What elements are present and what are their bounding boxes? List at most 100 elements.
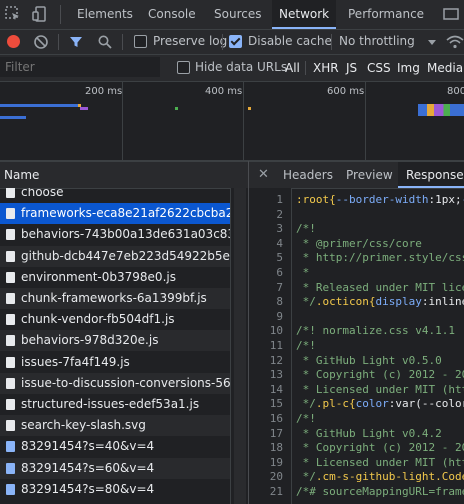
clear-icon[interactable] xyxy=(33,34,49,53)
tab-sources[interactable]: Sources xyxy=(214,0,261,29)
request-name: issue-to-discussion-conversions-56ea5b xyxy=(21,375,248,390)
devtools-tab-bar: Elements Console Sources Network Perform… xyxy=(0,0,464,30)
request-row[interactable]: frameworks-eca8e21af2622cbcba2c93c0 xyxy=(0,203,248,225)
request-rows: choose frameworks-eca8e21af2622cbcba2c93c… xyxy=(0,188,248,504)
document-file-icon xyxy=(6,335,15,347)
request-row[interactable]: chunk-frameworks-6a1399bf.js xyxy=(0,288,248,309)
code-line: /*! xyxy=(296,339,316,352)
request-row[interactable]: behaviors-978d320e.js xyxy=(0,330,248,352)
code-token: .cm-s-github-light.Code xyxy=(315,470,464,484)
code-line: * Copyright (c) 2012 - 20 xyxy=(296,441,464,454)
request-name: 83291454?s=40&v=4 xyxy=(21,439,155,454)
network-overview[interactable]: 200 ms 400 ms 600 ms 800 xyxy=(0,82,464,161)
timeline-bar xyxy=(80,107,88,110)
tab-elements[interactable]: Elements xyxy=(77,0,133,29)
close-icon[interactable]: ✕ xyxy=(258,167,269,182)
code-token: .pl-c{ xyxy=(315,397,356,411)
request-name: 83291454?s=60&v=4 xyxy=(21,460,155,475)
request-row[interactable]: 83291454?s=60&v=4 xyxy=(0,457,248,479)
code-token: */ xyxy=(296,470,316,484)
image-file-icon xyxy=(6,441,15,453)
code-line: /*! xyxy=(296,412,316,425)
request-list-scrollbar[interactable] xyxy=(230,188,249,504)
code-token: /*# sourceMappingURL=frame xyxy=(296,485,464,498)
request-row[interactable]: 83291454?s=80&v=4 xyxy=(0,479,248,500)
request-row[interactable]: issue-to-discussion-conversions-56ea5b xyxy=(0,372,248,394)
code-token: /*! xyxy=(296,339,316,352)
request-name: structured-issues-edef53a1.js xyxy=(21,397,200,411)
response-tab-bar: ✕ Headers Preview Response I xyxy=(249,161,464,189)
disable-cache-label: Disable cache xyxy=(248,34,332,48)
preserve-log-checkbox[interactable] xyxy=(134,35,147,48)
request-name: frameworks-eca8e21af2622cbcba2c93c0 xyxy=(21,206,248,221)
request-row[interactable]: behaviors-743b00a13de631a03c8322d9 xyxy=(0,224,248,245)
tab-performance[interactable]: Performance xyxy=(348,0,424,29)
timeline-gridline xyxy=(365,82,366,160)
code-token: /*! xyxy=(296,412,316,425)
code-token: .octicon{ xyxy=(315,295,376,309)
tab-preview[interactable]: Preview xyxy=(346,162,393,188)
request-row[interactable]: issues-7fa4f149.js xyxy=(0,352,248,373)
code-token: :1px; xyxy=(428,193,462,206)
timeline-bar xyxy=(0,104,80,107)
request-name: search-key-slash.svg xyxy=(21,418,146,433)
request-name: behaviors-978d320e.js xyxy=(21,333,159,348)
tab-network[interactable]: Network xyxy=(272,0,337,29)
request-row[interactable]: github-dcb447e7eb223d54922b5e8042 xyxy=(0,245,248,267)
inspect-element-icon[interactable] xyxy=(4,5,22,23)
code-view[interactable]: :root{--border-width:1px;-- /*! * @primer… xyxy=(249,188,464,504)
timeline-bar xyxy=(175,107,178,110)
chevron-down-icon[interactable] xyxy=(428,40,436,45)
code-token: color xyxy=(355,397,389,411)
tab-separator xyxy=(60,5,61,24)
filter-js-button[interactable]: JS xyxy=(346,61,357,75)
timeline-bar xyxy=(248,107,251,110)
tab-headers[interactable]: Headers xyxy=(283,162,333,188)
request-row[interactable]: environment-0b3798e0.js xyxy=(0,267,248,288)
code-token: * http://primer.style/css xyxy=(296,251,464,265)
timeline-tick-label: 800 xyxy=(447,86,464,97)
more-tabs-icon[interactable] xyxy=(442,5,460,23)
filter-input[interactable] xyxy=(0,57,160,77)
code-line: * GitHub Light v0.4.2 xyxy=(296,427,442,440)
filter-all-button[interactable]: All xyxy=(285,61,300,75)
filter-img-button[interactable]: Img xyxy=(397,61,420,75)
request-row[interactable]: search-key-slash.svg xyxy=(0,415,248,437)
request-row[interactable]: 83291454?s=40&v=4 xyxy=(0,436,248,457)
code-token: */ xyxy=(296,295,316,309)
disable-cache-checkbox[interactable] xyxy=(229,35,242,48)
filter-icon[interactable] xyxy=(68,34,84,53)
document-file-icon xyxy=(6,293,15,304)
throttling-select[interactable]: No throttling xyxy=(339,34,415,48)
code-line: /*# sourceMappingURL=frame xyxy=(296,485,464,498)
device-toolbar-icon[interactable] xyxy=(32,5,50,23)
document-file-icon xyxy=(6,188,15,198)
timeline-bar xyxy=(0,116,26,119)
code-token: :inline xyxy=(421,295,464,309)
record-icon[interactable] xyxy=(7,35,20,48)
code-token: * GitHub Light v0.5.0 xyxy=(296,353,442,367)
search-icon[interactable] xyxy=(97,34,113,53)
request-row[interactable]: structured-issues-edef53a1.js xyxy=(0,394,248,415)
document-file-icon xyxy=(6,229,15,241)
filter-css-button[interactable]: CSS xyxy=(367,61,391,75)
code-line: */.octicon{display:inline xyxy=(296,295,464,308)
document-file-icon xyxy=(6,420,15,432)
filter-media-button[interactable]: Media xyxy=(427,61,463,75)
document-file-icon xyxy=(6,399,15,410)
request-list: Name choose frameworks-eca8e21af2622cbcba… xyxy=(0,161,249,504)
request-name: 83291454?s=80&v=4 xyxy=(21,481,155,496)
image-file-icon xyxy=(6,483,15,495)
hide-data-urls-checkbox[interactable] xyxy=(177,61,190,74)
wifi-icon[interactable] xyxy=(446,34,464,53)
tab-response[interactable]: Response xyxy=(398,162,464,188)
code-token: :root{ xyxy=(296,193,336,206)
document-file-icon xyxy=(6,356,15,368)
request-row[interactable]: choose xyxy=(0,188,248,203)
code-line: * xyxy=(296,266,310,279)
name-column-header[interactable]: Name xyxy=(0,161,248,189)
tab-console[interactable]: Console xyxy=(148,0,196,29)
document-file-icon xyxy=(6,208,15,220)
filter-xhr-button[interactable]: XHR xyxy=(313,61,339,75)
request-row[interactable]: chunk-vendor-fb504df1.js xyxy=(0,309,248,330)
